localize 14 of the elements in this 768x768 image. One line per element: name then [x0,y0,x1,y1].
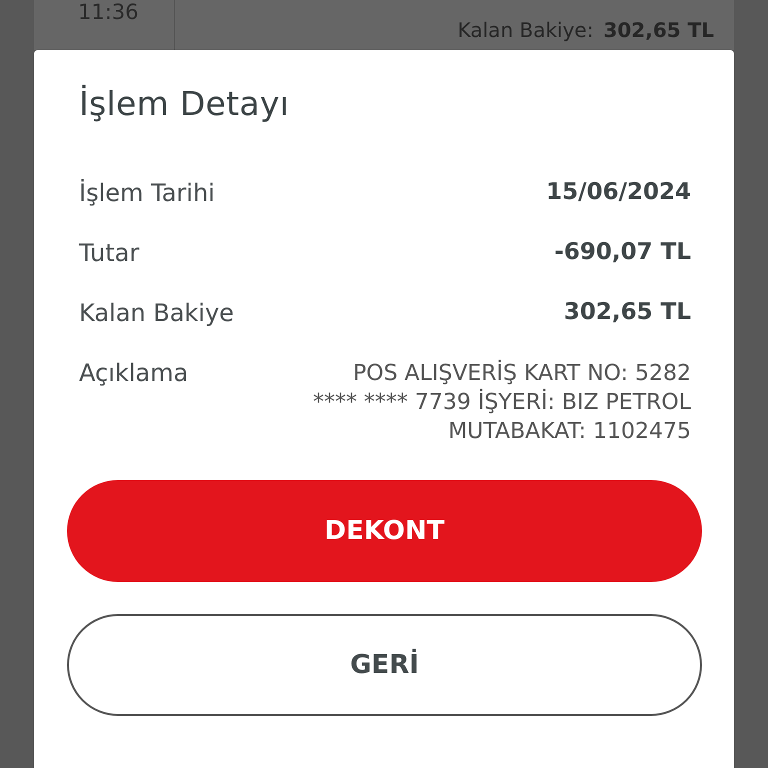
detail-label: Açıklama [79,359,188,387]
detail-value: POS ALIŞVERİŞ KART NO: 5282 **** **** 7739 İŞYERİ: BIZ PETROL MUTABAKAT: 1102475 [312,359,691,446]
detail-label: Tutar [79,239,140,267]
receipt-button[interactable]: DEKONT [67,480,702,582]
dialog-title: İşlem Detayı [79,84,290,123]
detail-label: İşlem Tarihi [79,179,215,207]
balance-label: Kalan Bakiye: [458,18,594,42]
balance-value: 302,65 TL [603,18,714,42]
transaction-time: 11:36 [77,0,140,26]
back-button[interactable]: GERİ [67,614,702,716]
detail-value: 15/06/2024 [546,179,691,205]
detail-value: -690,07 TL [554,239,691,265]
detail-value: 302,65 TL [564,299,691,325]
detail-label: Kalan Bakiye [79,299,234,327]
